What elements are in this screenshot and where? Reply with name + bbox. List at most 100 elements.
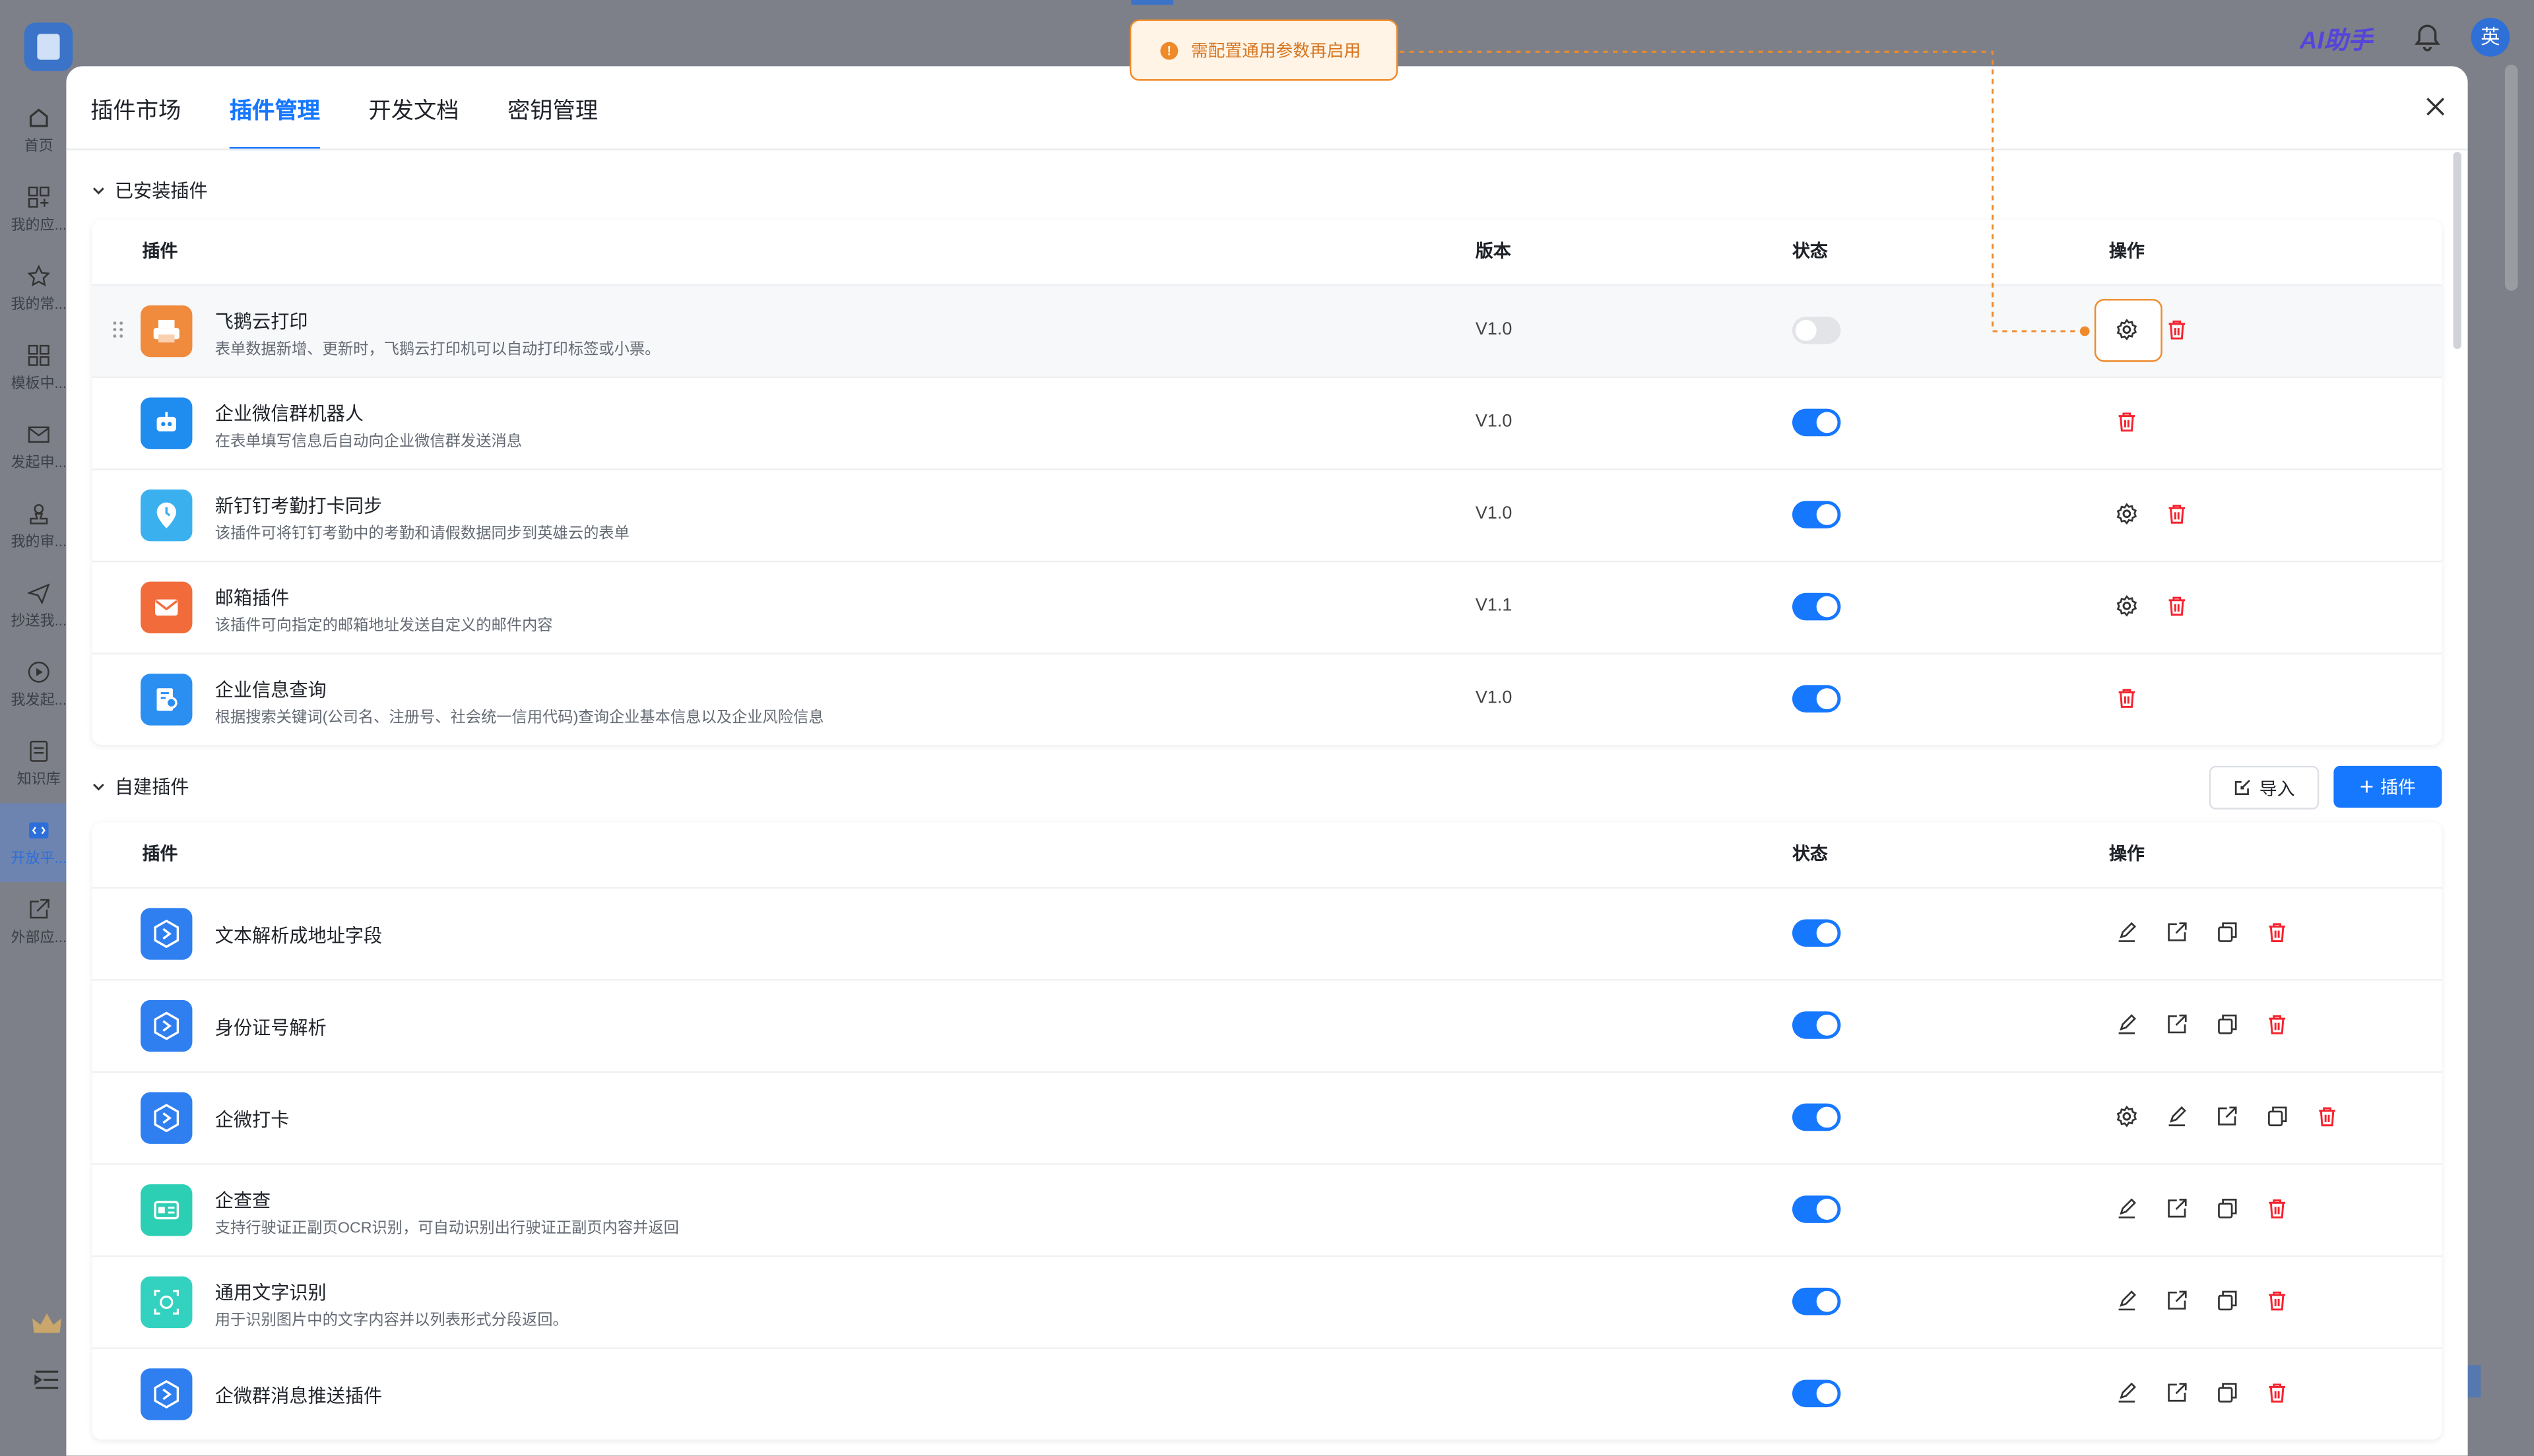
copy-icon[interactable]: [2216, 1381, 2238, 1404]
trash-icon[interactable]: [2316, 1105, 2338, 1127]
status-toggle[interactable]: [1792, 408, 1841, 437]
status-toggle[interactable]: [1792, 592, 1841, 621]
external-link-icon[interactable]: [2166, 1289, 2188, 1312]
edit-icon[interactable]: [2166, 1105, 2188, 1127]
close-icon[interactable]: [2424, 95, 2446, 117]
trash-icon[interactable]: [2166, 594, 2188, 617]
status-toggle[interactable]: [1792, 1287, 1841, 1315]
menu-collapse-icon[interactable]: [34, 1368, 59, 1391]
copy-icon[interactable]: [2216, 1289, 2238, 1312]
status-toggle[interactable]: [1792, 1011, 1841, 1039]
edit-icon[interactable]: [2116, 1013, 2138, 1036]
trash-icon[interactable]: [2265, 1289, 2288, 1312]
copy-icon[interactable]: [2265, 1105, 2288, 1127]
warning-icon: !: [1160, 41, 1179, 59]
add-plugin-button[interactable]: + 插件: [2333, 765, 2442, 808]
gear-icon[interactable]: [2116, 503, 2138, 525]
trash-icon[interactable]: [2265, 1381, 2288, 1404]
tab-dev-docs[interactable]: 开发文档: [368, 66, 459, 150]
column-header-plugin: 插件: [142, 844, 178, 865]
tab-key-management[interactable]: 密钥管理: [507, 66, 598, 150]
import-button[interactable]: 导入: [2209, 765, 2320, 809]
robot-icon: [141, 397, 193, 449]
status-toggle[interactable]: [1792, 919, 1841, 947]
table-row[interactable]: 邮箱插件 该插件可向指定的邮箱地址发送自定义的邮件内容 V1.1: [92, 562, 2442, 654]
bell-icon[interactable]: [2413, 22, 2442, 51]
edit-icon[interactable]: [2116, 1289, 2138, 1312]
plugin-description: 该插件可将钉钉考勤中的考勤和请假数据同步到英雄云的表单: [214, 524, 630, 543]
gear-icon[interactable]: [2116, 594, 2138, 617]
book-icon: [30, 740, 48, 761]
external-link-icon[interactable]: [2166, 1197, 2188, 1220]
external-link-icon[interactable]: [2166, 921, 2188, 943]
divider: [66, 148, 2468, 150]
drag-handle-icon[interactable]: [112, 320, 125, 339]
status-toggle[interactable]: [1792, 1103, 1841, 1131]
copy-icon[interactable]: [2216, 921, 2238, 943]
table-row[interactable]: 通用文字识别 用于识别图片中的文字内容并以列表形式分段返回。: [92, 1257, 2442, 1349]
external-link-icon[interactable]: [2166, 1013, 2188, 1036]
copy-icon[interactable]: [2216, 1197, 2238, 1220]
company-search-icon: [141, 674, 193, 726]
table-row[interactable]: 身份证号解析: [92, 981, 2442, 1073]
template-icon: [28, 344, 49, 365]
section-custom-header[interactable]: 自建插件: [92, 774, 189, 800]
status-toggle[interactable]: [1792, 317, 1841, 344]
table-row[interactable]: 飞鹅云打印 表单数据新增、更新时，飞鹅云打印机可以自动打印标签或小票。 V1.0: [92, 286, 2442, 379]
status-toggle[interactable]: [1792, 1195, 1841, 1223]
tab-plugin-market[interactable]: 插件市场: [90, 66, 181, 150]
copy-icon[interactable]: [2216, 1013, 2238, 1036]
plugin-name: 身份证号解析: [214, 1019, 327, 1039]
plugin-name: 邮箱插件: [214, 589, 290, 610]
trash-icon[interactable]: [2265, 1013, 2288, 1036]
top-tab-indicator: [1131, 0, 1173, 5]
trash-icon[interactable]: [2166, 503, 2188, 525]
edge-button[interactable]: [2467, 1365, 2481, 1398]
edit-icon[interactable]: [2116, 1197, 2138, 1220]
add-label: 插件: [2380, 778, 2416, 798]
toast-message: 需配置通用参数再启用: [1190, 41, 1361, 61]
external-icon: [30, 898, 49, 918]
nav-label: 我发起...: [11, 690, 67, 707]
user-avatar[interactable]: 英: [2471, 17, 2510, 57]
table-row[interactable]: 新钉钉考勤打卡同步 该插件可将钉钉考勤中的考勤和请假数据同步到英雄云的表单 V1…: [92, 470, 2442, 563]
ai-helper-button[interactable]: AI助手: [2300, 22, 2372, 56]
nav-label: 外部应...: [11, 928, 67, 945]
trash-icon[interactable]: [2116, 687, 2138, 709]
table-row[interactable]: 企业微信群机器人 在表单填写信息后自动向企业微信群发送消息 V1.0: [92, 378, 2442, 470]
status-toggle[interactable]: [1792, 685, 1841, 713]
external-link-icon[interactable]: [2216, 1105, 2238, 1127]
trash-icon[interactable]: [2116, 410, 2138, 433]
trash-icon[interactable]: [2265, 921, 2288, 943]
table-header: 插件 版本 状态 操作: [92, 220, 2442, 286]
table-row[interactable]: 企查查 支持行驶证正副页OCR识别，可自动识别出行驶证正副页内容并返回: [92, 1165, 2442, 1257]
crown-icon[interactable]: [31, 1312, 63, 1338]
status-toggle[interactable]: [1792, 1379, 1841, 1408]
modal-scrollbar[interactable]: [2453, 152, 2461, 349]
edit-icon[interactable]: [2116, 921, 2138, 943]
apps-icon: [28, 185, 49, 207]
table-row[interactable]: 企业信息查询 根据搜索关键词(公司名、注册号、社会统一信用代码)查询企业基本信息…: [92, 654, 2442, 745]
status-toggle[interactable]: [1792, 501, 1841, 528]
plugin-version: V1.0: [1475, 688, 1512, 708]
edit-icon[interactable]: [2116, 1381, 2138, 1404]
plugin-name: 企微打卡: [214, 1111, 290, 1131]
play-icon: [28, 660, 49, 682]
table-row[interactable]: 企微群消息推送插件: [92, 1349, 2442, 1440]
gear-icon[interactable]: [2116, 318, 2138, 341]
gear-icon[interactable]: [2116, 1105, 2138, 1127]
external-link-icon[interactable]: [2166, 1381, 2188, 1404]
table-row[interactable]: 文本解析成地址字段: [92, 889, 2442, 981]
tab-plugin-management[interactable]: 插件管理: [229, 66, 320, 150]
trash-icon[interactable]: [2166, 318, 2188, 340]
page-scrollbar[interactable]: [2504, 64, 2518, 291]
plugin-description: 根据搜索关键词(公司名、注册号、社会统一信用代码)查询企业基本信息以及企业风险信…: [214, 709, 824, 728]
plugin-name: 企业微信群机器人: [214, 405, 364, 426]
trash-icon[interactable]: [2265, 1197, 2288, 1220]
approve-icon: [30, 503, 48, 524]
app-logo[interactable]: [24, 22, 73, 71]
plugin-description: 支持行驶证正副页OCR识别，可自动识别出行驶证正副页内容并返回: [214, 1219, 679, 1238]
table-row[interactable]: 企微打卡: [92, 1073, 2442, 1165]
section-installed-header[interactable]: 已安装插件: [92, 177, 208, 203]
envelope-icon: [141, 581, 193, 634]
